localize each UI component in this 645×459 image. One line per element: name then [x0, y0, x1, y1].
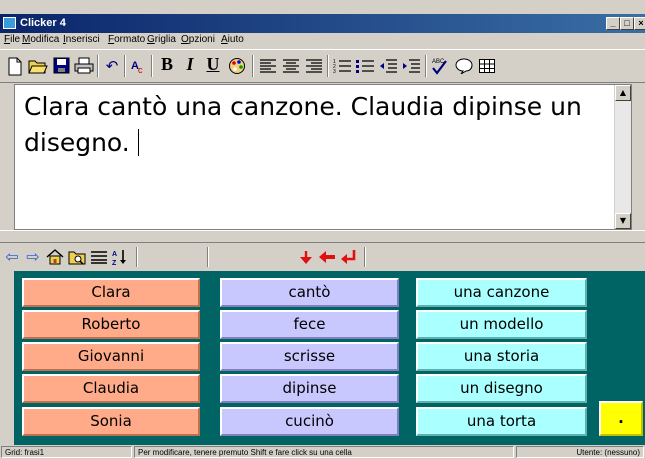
arrow-right-icon[interactable]: ⇨: [23, 246, 43, 268]
clicker-window: Clicker 4 _ □ × File Modifica Inserisci …: [0, 0, 645, 459]
align-left-icon[interactable]: [257, 54, 279, 78]
cell-object-una-canzone[interactable]: una canzone: [416, 278, 587, 307]
vertical-scrollbar[interactable]: ▲ ▼: [614, 85, 631, 229]
cell-object-una-torta[interactable]: una torta: [416, 407, 587, 436]
toolbar-separator: [136, 247, 138, 267]
menu-inserisci[interactable]: Inserisci: [63, 34, 100, 45]
word-grid: Clara Roberto Giovanni Claudia Sonia can…: [14, 271, 645, 445]
splitter-bar[interactable]: [0, 230, 645, 243]
left-margin: [0, 84, 14, 230]
cell-object-un-disegno[interactable]: un disegno: [416, 374, 587, 403]
toolbar-separator: [252, 55, 254, 77]
document-text[interactable]: Clara cantò una canzone. Claudia dipinse…: [24, 89, 594, 161]
document-area[interactable]: Clara cantò una canzone. Claudia dipinse…: [14, 84, 632, 230]
minimize-button[interactable]: _: [606, 17, 620, 30]
cell-verb-cucino[interactable]: cucinò: [220, 407, 399, 436]
arrow-left-icon[interactable]: ⇦: [2, 246, 22, 268]
menu-opzioni[interactable]: Opzioni: [181, 34, 215, 45]
cell-period[interactable]: .: [599, 401, 643, 436]
new-document-icon[interactable]: [4, 54, 26, 78]
underline-icon[interactable]: U: [202, 54, 224, 78]
folder-search-icon[interactable]: [67, 246, 87, 268]
align-center-icon[interactable]: [280, 54, 302, 78]
status-grid-name: Grid: frasi1: [1, 446, 132, 458]
title-bar: Clicker 4 _ □ ×: [0, 14, 645, 33]
cell-name-sonia[interactable]: Sonia: [22, 407, 200, 436]
toolbar-separator: [124, 55, 126, 77]
bold-icon[interactable]: B: [156, 54, 178, 78]
home-icon[interactable]: [45, 246, 65, 268]
indent-icon[interactable]: [400, 54, 422, 78]
backspace-icon[interactable]: [317, 246, 337, 268]
numbered-list-icon[interactable]: 123: [331, 54, 353, 78]
maximize-button[interactable]: □: [620, 17, 634, 30]
toolbar-separator: [425, 55, 427, 77]
scroll-down-icon[interactable]: ▼: [615, 213, 631, 229]
toolbar-separator: [364, 247, 366, 267]
main-toolbar: ↶ Ac B I U 123 ABC: [0, 49, 645, 83]
scroll-up-icon[interactable]: ▲: [615, 85, 631, 101]
delete-letter-icon[interactable]: [296, 246, 316, 268]
grid-icon[interactable]: [476, 54, 498, 78]
menu-file[interactable]: File: [4, 34, 20, 45]
list-view-icon[interactable]: [89, 246, 109, 268]
menu-aiuto[interactable]: Aiuto: [221, 34, 244, 45]
toolbar-separator: [207, 247, 209, 267]
svg-text:A: A: [112, 251, 117, 258]
print-icon[interactable]: [73, 54, 95, 78]
color-palette-icon[interactable]: [226, 54, 248, 78]
close-button[interactable]: ×: [634, 17, 645, 30]
menu-bar: File Modifica Inserisci Formato Griglia …: [0, 33, 645, 48]
toolbar-separator: [151, 55, 153, 77]
enter-icon[interactable]: [339, 246, 359, 268]
save-icon[interactable]: [50, 54, 72, 78]
svg-text:3: 3: [333, 69, 336, 74]
speech-bubble-icon[interactable]: [453, 54, 475, 78]
sort-az-icon[interactable]: AZ: [110, 246, 130, 268]
align-right-icon[interactable]: [303, 54, 325, 78]
clicker-app-icon: [3, 17, 16, 29]
cell-name-claudia[interactable]: Claudia: [22, 374, 200, 403]
italic-icon[interactable]: I: [179, 54, 201, 78]
open-folder-icon[interactable]: [27, 54, 49, 78]
cell-verb-canto[interactable]: cantò: [220, 278, 399, 307]
document-content: Clara cantò una canzone. Claudia dipinse…: [24, 92, 582, 157]
grid-toolbar: ⇦ ⇨ AZ: [0, 243, 645, 271]
menu-modifica[interactable]: Modifica: [22, 34, 59, 45]
cell-name-clara[interactable]: Clara: [22, 278, 200, 307]
svg-text:Z: Z: [112, 260, 117, 266]
cell-name-giovanni[interactable]: Giovanni: [22, 342, 200, 371]
spelling-abc-icon[interactable]: ABC: [430, 54, 452, 78]
status-hint: Per modificare, tenere premuto Shift e f…: [134, 446, 514, 458]
cell-object-una-storia[interactable]: una storia: [416, 342, 587, 371]
undo-icon[interactable]: ↶: [101, 54, 123, 78]
menu-griglia[interactable]: Griglia: [147, 34, 176, 45]
cell-verb-fece[interactable]: fece: [220, 310, 399, 339]
cell-verb-dipinse[interactable]: dipinse: [220, 374, 399, 403]
cell-name-roberto[interactable]: Roberto: [22, 310, 200, 339]
toolbar-separator: [327, 55, 329, 77]
status-user: Utente: (nessuno): [516, 446, 644, 458]
bulleted-list-icon[interactable]: [354, 54, 376, 78]
outdent-icon[interactable]: [377, 54, 399, 78]
cell-object-un-modello[interactable]: un modello: [416, 310, 587, 339]
window-title: Clicker 4: [20, 17, 66, 29]
toolbar-separator: [97, 55, 99, 77]
status-bar: Grid: frasi1 Per modificare, tenere prem…: [0, 445, 645, 459]
spellcheck-icon[interactable]: Ac: [128, 54, 150, 78]
svg-text:c: c: [138, 65, 143, 75]
cell-verb-scrisse[interactable]: scrisse: [220, 342, 399, 371]
menu-formato[interactable]: Formato: [108, 34, 145, 45]
text-caret: [137, 129, 139, 156]
